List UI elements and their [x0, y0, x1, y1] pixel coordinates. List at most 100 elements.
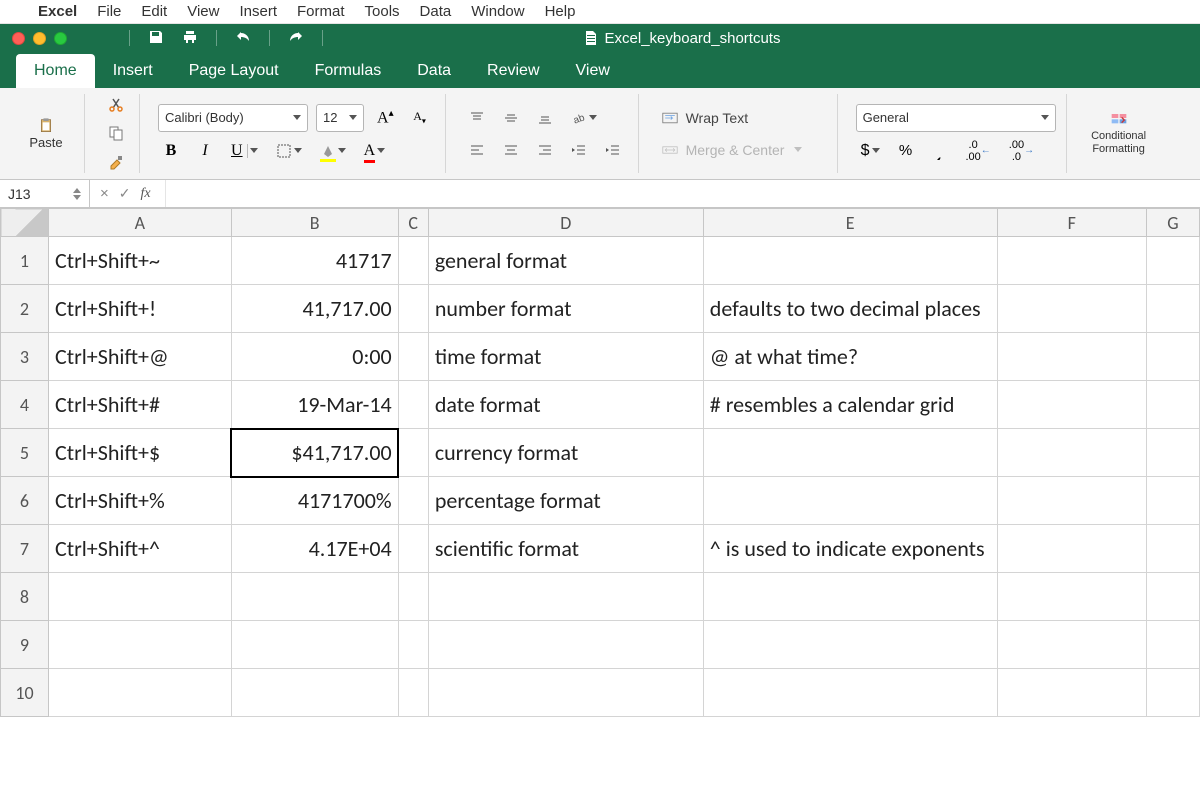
- name-box[interactable]: J13: [0, 180, 90, 207]
- row-header-5[interactable]: 5: [1, 429, 49, 477]
- cell-A3[interactable]: Ctrl+Shift+@: [48, 333, 231, 381]
- cell-B7[interactable]: 4.17E+04: [231, 525, 398, 573]
- mac-menu-app[interactable]: Excel: [38, 3, 77, 20]
- cell-D2[interactable]: number format: [428, 285, 703, 333]
- cell-A7[interactable]: Ctrl+Shift+^: [48, 525, 231, 573]
- tab-view[interactable]: View: [558, 54, 628, 88]
- bold-button[interactable]: B: [158, 138, 184, 164]
- cell-F4[interactable]: [997, 381, 1146, 429]
- cell-A6[interactable]: Ctrl+Shift+%: [48, 477, 231, 525]
- fill-color-button[interactable]: [315, 138, 351, 164]
- mac-menu-view[interactable]: View: [187, 3, 219, 20]
- cell-C8[interactable]: [398, 573, 428, 621]
- minimize-icon[interactable]: [33, 32, 46, 45]
- cell-E5[interactable]: [703, 429, 997, 477]
- cell-B10[interactable]: [231, 669, 398, 717]
- mac-menu-format[interactable]: Format: [297, 3, 345, 20]
- cell-E10[interactable]: [703, 669, 997, 717]
- select-all-corner[interactable]: [1, 209, 49, 237]
- align-top-button[interactable]: [464, 105, 490, 131]
- font-name-combo[interactable]: Calibri (Body): [158, 104, 308, 132]
- zoom-icon[interactable]: [54, 32, 67, 45]
- cell-C3[interactable]: [398, 333, 428, 381]
- comma-format-button[interactable]: ͵: [927, 138, 953, 164]
- cell-G1[interactable]: [1146, 237, 1199, 285]
- cell-E1[interactable]: [703, 237, 997, 285]
- cell-A5[interactable]: Ctrl+Shift+$: [48, 429, 231, 477]
- cell-E7[interactable]: ^ is used to indicate exponents: [703, 525, 997, 573]
- cut-button[interactable]: [103, 94, 129, 116]
- cell-D1[interactable]: general format: [428, 237, 703, 285]
- mac-menu-window[interactable]: Window: [471, 3, 524, 20]
- row-header-6[interactable]: 6: [1, 477, 49, 525]
- row-header-9[interactable]: 9: [1, 621, 49, 669]
- cell-C4[interactable]: [398, 381, 428, 429]
- row-header-2[interactable]: 2: [1, 285, 49, 333]
- cell-F2[interactable]: [997, 285, 1146, 333]
- cell-B5[interactable]: $41,717.00: [231, 429, 398, 477]
- wrap-text-button[interactable]: Wrap Text: [657, 105, 827, 131]
- align-left-button[interactable]: [464, 137, 490, 163]
- cell-F5[interactable]: [997, 429, 1146, 477]
- decrease-font-button[interactable]: A▾: [407, 105, 433, 131]
- paste-button[interactable]: Paste: [18, 116, 74, 151]
- cell-D3[interactable]: time format: [428, 333, 703, 381]
- mac-menu-tools[interactable]: Tools: [365, 3, 400, 20]
- name-box-stepper[interactable]: [73, 188, 81, 200]
- mac-menu-help[interactable]: Help: [545, 3, 576, 20]
- increase-decimal-button[interactable]: .0.00←: [961, 138, 996, 164]
- cell-E3[interactable]: @ at what time?: [703, 333, 997, 381]
- cell-G2[interactable]: [1146, 285, 1199, 333]
- fx-icon[interactable]: fx: [141, 186, 151, 202]
- cell-E6[interactable]: [703, 477, 997, 525]
- cell-B3[interactable]: 0:00: [231, 333, 398, 381]
- cell-C7[interactable]: [398, 525, 428, 573]
- cell-D8[interactable]: [428, 573, 703, 621]
- format-painter-button[interactable]: [103, 151, 129, 173]
- cell-F10[interactable]: [997, 669, 1146, 717]
- qat-print-icon[interactable]: [182, 29, 198, 48]
- cell-C9[interactable]: [398, 621, 428, 669]
- align-bottom-button[interactable]: [532, 105, 558, 131]
- cell-B4[interactable]: 19-Mar-14: [231, 381, 398, 429]
- grid[interactable]: A B C D E F G 1 Ctrl+Shift+~ 41717 gener…: [0, 208, 1200, 717]
- row-header-3[interactable]: 3: [1, 333, 49, 381]
- row-header-1[interactable]: 1: [1, 237, 49, 285]
- cell-F6[interactable]: [997, 477, 1146, 525]
- close-icon[interactable]: [12, 32, 25, 45]
- cell-A10[interactable]: [48, 669, 231, 717]
- qat-save-icon[interactable]: [148, 29, 164, 48]
- copy-button[interactable]: [103, 122, 129, 144]
- tab-review[interactable]: Review: [469, 54, 557, 88]
- tab-home[interactable]: Home: [16, 54, 95, 88]
- cell-G9[interactable]: [1146, 621, 1199, 669]
- align-right-button[interactable]: [532, 137, 558, 163]
- row-header-10[interactable]: 10: [1, 669, 49, 717]
- mac-menu-data[interactable]: Data: [420, 3, 452, 20]
- mac-menu-edit[interactable]: Edit: [141, 3, 167, 20]
- cell-D10[interactable]: [428, 669, 703, 717]
- qat-redo-icon[interactable]: [288, 29, 304, 48]
- enter-formula-icon[interactable]: ✓: [119, 185, 131, 202]
- cell-G8[interactable]: [1146, 573, 1199, 621]
- col-header-A[interactable]: A: [48, 209, 231, 237]
- cell-C1[interactable]: [398, 237, 428, 285]
- cell-D7[interactable]: scientific format: [428, 525, 703, 573]
- cell-A8[interactable]: [48, 573, 231, 621]
- cell-E2[interactable]: defaults to two decimal places: [703, 285, 997, 333]
- cell-D9[interactable]: [428, 621, 703, 669]
- col-header-F[interactable]: F: [997, 209, 1146, 237]
- accounting-format-button[interactable]: $: [856, 138, 885, 164]
- col-header-E[interactable]: E: [703, 209, 997, 237]
- decrease-indent-button[interactable]: [566, 137, 592, 163]
- cell-B9[interactable]: [231, 621, 398, 669]
- row-header-4[interactable]: 4: [1, 381, 49, 429]
- cell-A9[interactable]: [48, 621, 231, 669]
- col-header-D[interactable]: D: [428, 209, 703, 237]
- cell-G10[interactable]: [1146, 669, 1199, 717]
- row-header-7[interactable]: 7: [1, 525, 49, 573]
- cell-A4[interactable]: Ctrl+Shift+#: [48, 381, 231, 429]
- cell-G6[interactable]: [1146, 477, 1199, 525]
- cell-G7[interactable]: [1146, 525, 1199, 573]
- cell-B8[interactable]: [231, 573, 398, 621]
